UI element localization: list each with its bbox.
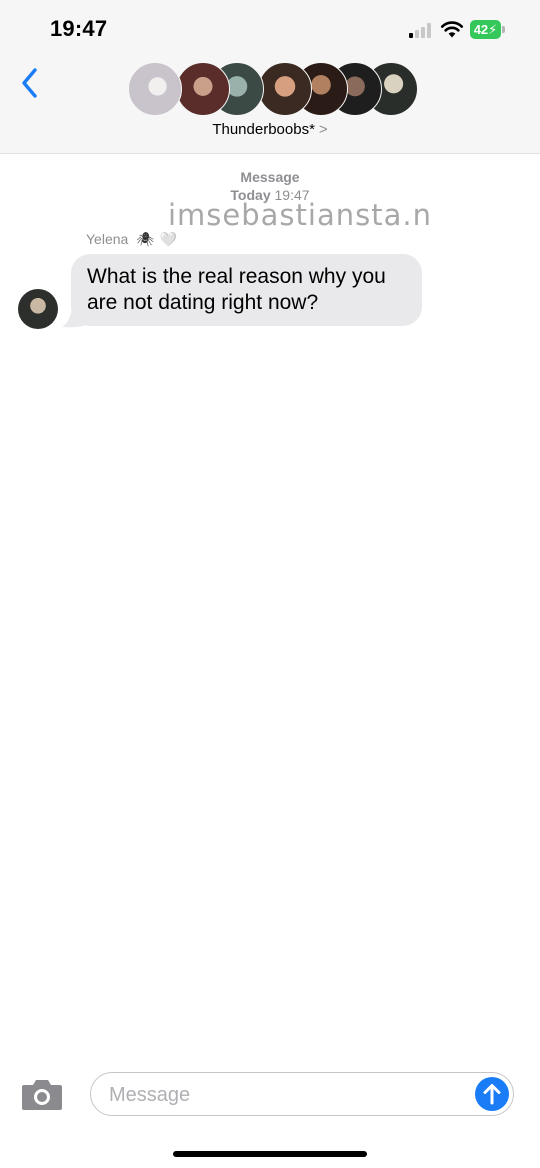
battery-level: 42⚡ [470,20,501,39]
watermark: imsebastiansta.n [168,198,432,232]
chevron-right-icon: > [318,121,328,138]
white-heart-emoji-icon: 🤍 [159,231,178,247]
group-name[interactable]: Thunderboobs* > [0,121,540,138]
sender-label: Yelena [86,231,129,247]
member-avatar [176,62,230,116]
group-avatars[interactable] [128,62,418,116]
sender-avatar[interactable] [18,289,58,329]
wifi-icon [440,21,464,38]
member-avatar [128,62,182,116]
home-indicator[interactable] [173,1151,367,1157]
spider-emoji-icon: 🕷 [136,231,154,247]
cellular-signal-icon [409,22,435,38]
send-button[interactable] [475,1077,509,1111]
message-bubble[interactable]: What is the real reason why you are not … [71,254,422,326]
back-chevron-icon[interactable] [18,66,42,100]
arrow-up-icon [483,1084,501,1105]
group-name-label: Thunderboobs* [212,121,315,138]
message-input-placeholder: Message [109,1084,191,1106]
message-text: What is the real reason why you are not … [87,265,386,314]
message-input[interactable]: Message [90,1072,514,1116]
service-label: Message [240,169,300,185]
sender-name: Yelena 🕷 🤍 [86,231,177,248]
camera-icon[interactable] [21,1077,63,1111]
status-time: 19:47 [50,16,108,41]
battery-icon: 42⚡ [470,20,505,39]
member-avatar [258,62,312,116]
